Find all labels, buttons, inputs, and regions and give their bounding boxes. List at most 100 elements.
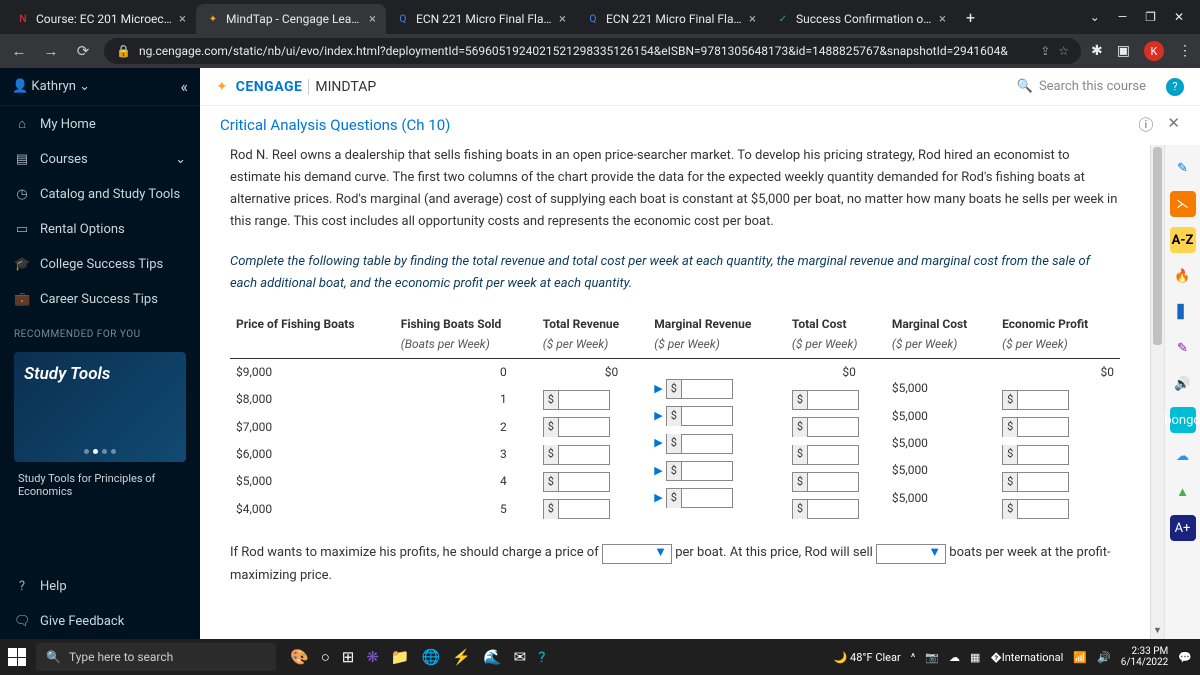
currency-input[interactable]: $ — [1002, 445, 1069, 465]
currency-input[interactable]: $ — [666, 488, 733, 508]
currency-input[interactable]: $ — [543, 472, 610, 492]
currency-input[interactable]: $ — [1002, 417, 1069, 437]
share-icon[interactable]: ⇪ — [1040, 44, 1050, 58]
currency-input[interactable]: $ — [543, 445, 610, 465]
forward-button[interactable]: → — [40, 42, 62, 60]
tray-chevron-icon[interactable]: ^ — [911, 651, 916, 664]
nav-catalog[interactable]: ◷Catalog and Study Tools — [0, 177, 200, 212]
flashcard-icon[interactable]: 🔥 — [1170, 263, 1196, 289]
value-input[interactable] — [559, 446, 609, 464]
currency-input[interactable]: $ — [1002, 472, 1069, 492]
notes-icon[interactable]: ✎ — [1170, 335, 1196, 361]
star-icon[interactable]: ☆ — [1058, 44, 1069, 58]
value-input[interactable] — [808, 473, 858, 491]
tray-icon[interactable]: 📷 — [925, 651, 939, 664]
cortana-icon[interactable]: ○ — [321, 648, 330, 666]
value-input[interactable] — [559, 391, 609, 409]
start-button[interactable] — [8, 648, 26, 666]
back-button[interactable]: ← — [8, 42, 30, 60]
nav-help[interactable]: ?Help — [0, 569, 200, 604]
wifi-icon[interactable]: 📶 — [1073, 651, 1087, 664]
minimize-icon[interactable]: ― — [1118, 10, 1127, 24]
browser-tab[interactable]: QECN 221 Micro Final Flashcar× — [386, 4, 576, 34]
reader-icon[interactable]: ▋ — [1170, 299, 1196, 325]
currency-input[interactable]: $ — [666, 379, 733, 399]
scrollbar[interactable]: ▲ ▼ — [1150, 145, 1164, 639]
value-input[interactable] — [808, 446, 858, 464]
profile-avatar[interactable]: K — [1144, 41, 1164, 61]
currency-input[interactable]: $ — [792, 499, 859, 519]
quantity-dropdown[interactable]: ▼ — [876, 544, 946, 564]
value-input[interactable] — [1018, 473, 1068, 491]
aplus-icon[interactable]: A+ — [1170, 515, 1196, 541]
mail-icon[interactable]: ✉ — [514, 648, 527, 666]
taskbar-app-icon[interactable]: ❋ — [366, 648, 379, 666]
info-icon[interactable]: ⓘ — [1138, 114, 1153, 135]
taskbar-app-icon[interactable]: ? — [538, 648, 545, 666]
menu-icon[interactable]: ⋮ — [1178, 43, 1192, 59]
new-tab-button[interactable]: + — [956, 8, 985, 27]
cloud-icon[interactable]: ☁ — [1170, 443, 1196, 469]
notifications-icon[interactable]: 💬 — [1178, 651, 1192, 664]
glossary-icon[interactable]: A-Z — [1170, 227, 1196, 253]
close-icon[interactable]: × — [369, 12, 376, 27]
value-input[interactable] — [808, 500, 858, 518]
browser-tab[interactable]: ✦MindTap - Cengage Learning× — [196, 4, 386, 34]
scrollbar-thumb[interactable] — [1153, 147, 1162, 345]
close-icon[interactable]: × — [749, 12, 756, 27]
value-input[interactable] — [682, 407, 732, 425]
rss-icon[interactable]: ⋋ — [1170, 191, 1196, 217]
currency-input[interactable]: $ — [792, 390, 859, 410]
value-input[interactable] — [1018, 391, 1068, 409]
value-input[interactable] — [682, 462, 732, 480]
nav-rental[interactable]: ▭Rental Options — [0, 212, 200, 247]
value-input[interactable] — [559, 473, 609, 491]
value-input[interactable] — [559, 418, 609, 436]
taskbar-app-icon[interactable]: 🎨 — [290, 648, 309, 666]
nav-career-tips[interactable]: 💼Career Success Tips — [0, 282, 200, 317]
price-dropdown[interactable]: ▼ — [602, 544, 672, 564]
weather-widget[interactable]: 🌙 48°F Clear — [834, 651, 901, 664]
chevron-down-icon[interactable]: ⌄ — [1090, 10, 1100, 24]
readspeaker-icon[interactable]: 🔊 — [1170, 371, 1196, 397]
edge-icon[interactable]: 🌊 — [483, 648, 502, 666]
currency-input[interactable]: $ — [792, 472, 859, 492]
carousel-dots[interactable] — [84, 449, 116, 454]
currency-input[interactable]: $ — [666, 461, 733, 481]
currency-input[interactable]: $ — [792, 417, 859, 437]
value-input[interactable] — [682, 489, 732, 507]
currency-input[interactable]: $ — [1002, 390, 1069, 410]
close-icon[interactable]: ✕ — [1174, 10, 1184, 24]
extension-icon[interactable]: ▣ — [1117, 43, 1130, 59]
volume-icon[interactable]: 🔊 — [1097, 651, 1111, 664]
pen-tool-icon[interactable]: ✎ — [1170, 155, 1196, 181]
value-input[interactable] — [559, 500, 609, 518]
value-input[interactable] — [1018, 418, 1068, 436]
extension-icon[interactable]: ✱ — [1091, 43, 1103, 59]
tray-icon[interactable]: ☁ — [949, 651, 960, 664]
close-icon[interactable]: × — [939, 12, 946, 27]
nav-courses[interactable]: ▤Courses⌄ — [0, 142, 200, 177]
course-search[interactable]: 🔍Search this course — [1017, 79, 1146, 94]
value-input[interactable] — [808, 418, 858, 436]
taskview-icon[interactable]: ⊞ — [342, 648, 355, 666]
scroll-down-icon[interactable]: ▼ — [1151, 625, 1164, 639]
reload-button[interactable]: ⟳ — [72, 42, 94, 60]
currency-input[interactable]: $ — [543, 417, 610, 437]
bongo-icon[interactable]: bongo — [1170, 407, 1196, 433]
currency-input[interactable]: $ — [543, 390, 610, 410]
taskbar-search[interactable]: 🔍Type here to search — [36, 643, 276, 671]
currency-input[interactable]: $ — [666, 434, 733, 454]
close-icon[interactable]: × — [559, 12, 566, 27]
nav-college-tips[interactable]: 🎓College Success Tips — [0, 247, 200, 282]
promo-card[interactable]: Study Tools — [14, 352, 186, 462]
clock[interactable]: 2:33 PM6/14/2022 — [1121, 646, 1169, 668]
browser-tab[interactable]: QECN 221 Micro Final Flashcar× — [576, 4, 766, 34]
nav-feedback[interactable]: 🗨Give Feedback — [0, 604, 200, 639]
currency-input[interactable]: $ — [543, 499, 610, 519]
url-input[interactable]: 🔒 ng.cengage.com/static/nb/ui/evo/index.… — [104, 38, 1081, 64]
nav-my-home[interactable]: ⌂My Home — [0, 106, 200, 142]
browser-tab[interactable]: ✓Success Confirmation of Que× — [766, 4, 956, 34]
currency-input[interactable]: $ — [1002, 499, 1069, 519]
drive-icon[interactable]: ▲ — [1170, 479, 1196, 505]
